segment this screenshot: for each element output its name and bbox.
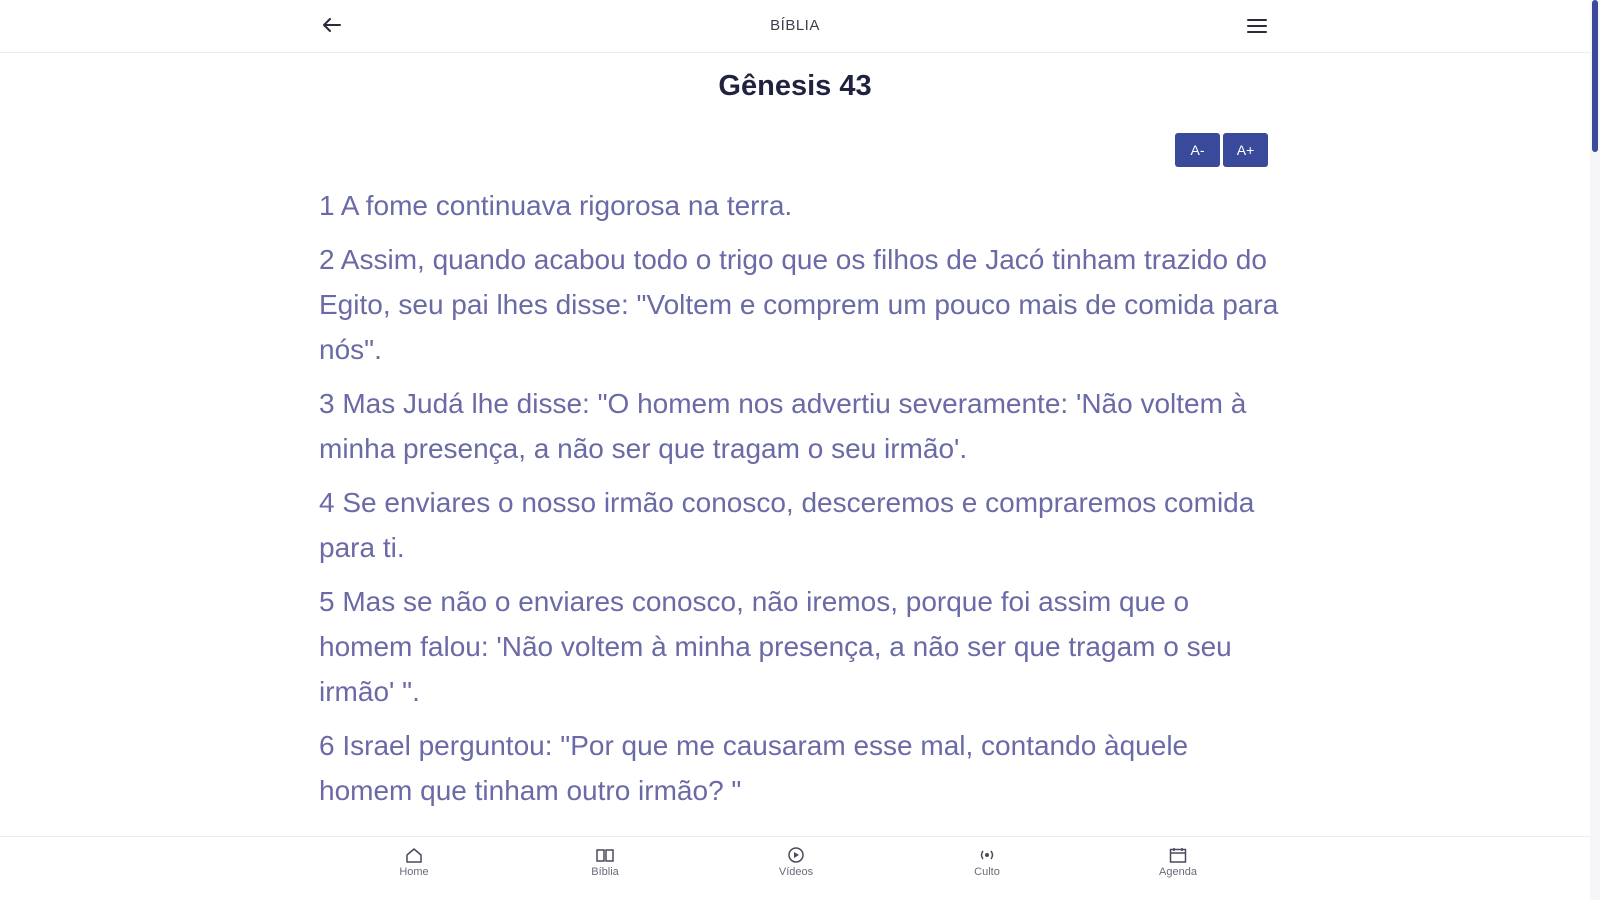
home-icon — [406, 848, 422, 863]
nav-item-home[interactable]: Home — [364, 847, 464, 878]
menu-button[interactable] — [1243, 12, 1271, 40]
decrease-font-button[interactable]: A- — [1175, 133, 1220, 167]
nav-item-videos[interactable]: Vídeos — [746, 847, 846, 878]
nav-label-biblia: Bíblia — [591, 866, 619, 878]
hamburger-menu-icon — [1247, 19, 1267, 33]
verse-5[interactable]: 5 Mas se não o enviares conosco, não ire… — [319, 579, 1279, 714]
nav-item-biblia[interactable]: Bíblia — [555, 847, 655, 878]
book-icon — [596, 849, 614, 862]
nav-label-agenda: Agenda — [1159, 866, 1197, 878]
verse-3[interactable]: 3 Mas Judá lhe disse: "O homem nos adver… — [319, 381, 1279, 471]
chapter-title: Gênesis 43 — [718, 70, 872, 102]
verse-2[interactable]: 2 Assim, quando acabou todo o trigo que … — [319, 237, 1279, 372]
bottom-navigation: Home Bíblia Vídeos Culto Agenda — [0, 836, 1590, 901]
nav-label-home: Home — [399, 866, 429, 878]
top-app-bar: BÍBLIA — [0, 0, 1590, 53]
verse-1[interactable]: 1 A fome continuava rigorosa na terra. — [319, 183, 1279, 228]
verse-6[interactable]: 6 Israel perguntou: "Por que me causaram… — [319, 723, 1279, 813]
video-icon — [788, 847, 804, 863]
nav-label-videos: Vídeos — [778, 866, 814, 878]
nav-label-culto: Culto — [974, 866, 1000, 878]
font-size-controls: A- A+ — [1175, 133, 1268, 167]
verse-4[interactable]: 4 Se enviares o nosso irmão conosco, des… — [319, 480, 1279, 570]
nav-item-culto[interactable]: Culto — [937, 847, 1037, 878]
broadcast-icon — [980, 850, 994, 860]
verse-list: 1 A fome continuava rigorosa na terra. 2… — [319, 183, 1279, 831]
page-header-title: BÍBLIA — [770, 17, 820, 34]
calendar-icon — [1169, 848, 1187, 863]
nav-item-agenda[interactable]: Agenda — [1128, 847, 1228, 878]
scrollbar-thumb[interactable] — [1592, 0, 1598, 152]
increase-font-button[interactable]: A+ — [1223, 133, 1268, 167]
scrollbar-track[interactable] — [1590, 0, 1600, 900]
